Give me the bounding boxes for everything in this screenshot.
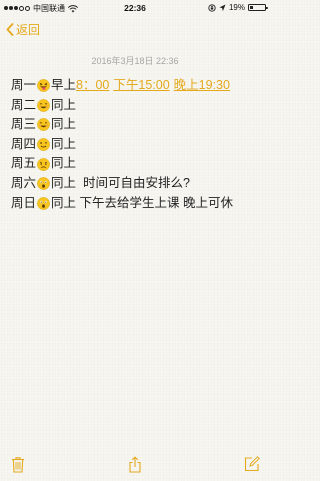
day-label: 周三 xyxy=(11,117,37,132)
day-label: 周五 xyxy=(11,156,37,171)
note-line: 周二 同上 xyxy=(11,96,234,116)
note-line: 周五 同上 xyxy=(11,154,234,174)
note-line: 周六 同上 时间可自由安排么? xyxy=(11,174,234,194)
schedule-text: 同上 时间可自由安排么? xyxy=(51,175,190,190)
day-label: 周一 xyxy=(11,78,37,92)
share-button[interactable] xyxy=(125,455,145,473)
battery-fill xyxy=(250,6,253,9)
location-icon xyxy=(219,4,226,11)
day-label: 周二 xyxy=(11,97,37,112)
schedule-text: 同上 xyxy=(51,136,77,151)
schedule-text: 同上 xyxy=(51,117,77,132)
battery-icon xyxy=(248,4,268,11)
trash-icon xyxy=(12,456,24,473)
time-link[interactable]: 晚上19:30 xyxy=(174,76,230,96)
lock-rotation-icon xyxy=(208,3,216,12)
schedule-text: 同上 下午去给学生上课 晚上可休 xyxy=(51,195,233,210)
note-body[interactable]: 周一 早上 8：00 下午15:00 晚上19:30 周二 同上 周三 同上 周四 同上 周五 同上 周六… xyxy=(11,76,234,213)
delete-button[interactable] xyxy=(8,455,28,473)
smile-emoji-icon xyxy=(36,118,51,132)
compose-icon xyxy=(244,456,260,472)
day-label: 周日 xyxy=(11,195,37,210)
note-date: 2016年3月18日 22:36 xyxy=(91,56,179,66)
day-label: 周四 xyxy=(11,136,37,151)
time-link[interactable]: 下午15:00 xyxy=(113,76,169,96)
smile-emoji-icon xyxy=(36,99,51,112)
astonished-emoji-icon xyxy=(36,196,51,210)
astonished-emoji-icon xyxy=(36,177,51,191)
back-button[interactable]: 返回 xyxy=(6,21,40,38)
note-line: 周四 同上 xyxy=(11,135,234,155)
disappointed-emoji-icon xyxy=(36,157,51,171)
chevron-left-icon xyxy=(6,23,14,36)
back-label: 返回 xyxy=(16,23,41,37)
grinning-tongue-emoji-icon xyxy=(36,79,51,93)
wink-emoji-icon xyxy=(36,138,51,151)
note-line: 周日 同上 下午去给学生上课 晚上可休 xyxy=(11,194,234,214)
compose-button[interactable] xyxy=(242,455,262,473)
schedule-text: 早上 xyxy=(51,78,77,92)
schedule-text: 同上 xyxy=(51,97,77,112)
status-bar: 中国联通 22:36 19% xyxy=(0,0,270,16)
note-line: 周一 早上 8：00 下午15:00 晚上19:30 xyxy=(11,76,234,96)
schedule-text: 同上 xyxy=(51,156,77,171)
share-icon xyxy=(129,455,141,473)
time-link[interactable]: 8：00 xyxy=(76,76,109,96)
battery-percent: 19% xyxy=(228,3,245,12)
day-label: 周六 xyxy=(11,175,37,190)
status-right: 19% xyxy=(208,3,268,12)
note-line: 周三 同上 xyxy=(11,115,234,135)
